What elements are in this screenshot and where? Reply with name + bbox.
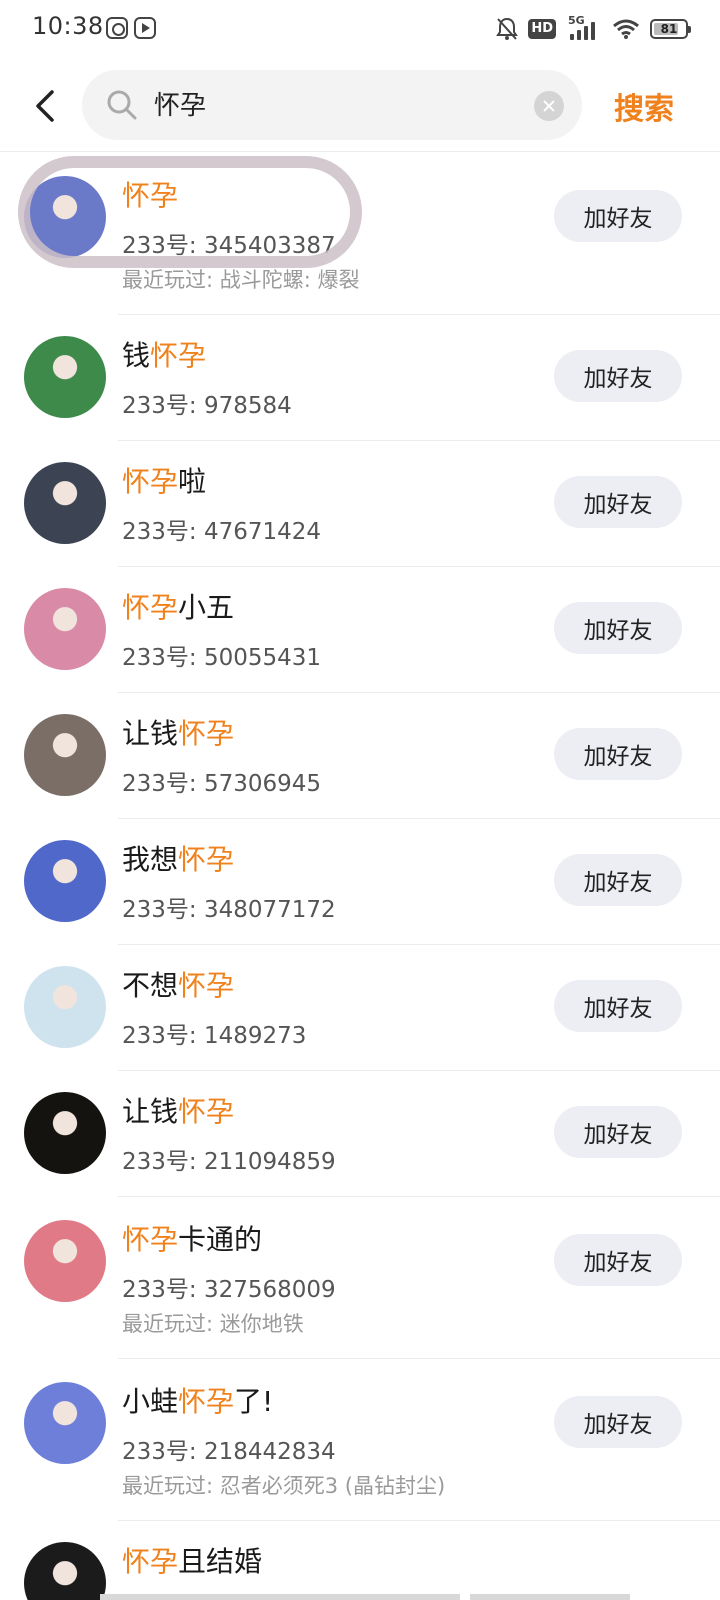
name-prefix: 我想 <box>122 843 179 876</box>
recently-played: 最近玩过: 战斗陀螺: 爆裂 <box>122 268 360 292</box>
status-time: 10:38 <box>32 12 104 40</box>
search-header: 搜索 <box>0 62 720 152</box>
user-avatar[interactable] <box>24 714 106 796</box>
name-keyword-highlight: 怀孕 <box>150 339 207 372</box>
name-keyword-highlight: 怀孕 <box>122 179 179 212</box>
name-keyword-highlight: 怀孕 <box>178 843 235 876</box>
name-prefix: 钱 <box>122 339 151 372</box>
user-id: 233号: 57306945 <box>122 771 322 797</box>
add-friend-button[interactable]: 加好友 <box>554 728 682 780</box>
result-row[interactable]: 让钱怀孕 233号: 57306945 加好友 <box>0 692 720 819</box>
user-name: 让钱怀孕 <box>122 1090 234 1130</box>
name-keyword-highlight: 怀孕 <box>122 1545 179 1578</box>
name-prefix: 让钱 <box>122 1095 179 1128</box>
result-row[interactable]: 我想怀孕 233号: 348077172 加好友 <box>0 818 720 945</box>
name-suffix: 且结婚 <box>178 1545 263 1578</box>
search-box[interactable] <box>82 70 582 140</box>
user-name: 我想怀孕 <box>122 838 234 878</box>
user-avatar[interactable] <box>24 1092 106 1174</box>
name-keyword-highlight: 怀孕 <box>178 1095 235 1128</box>
user-name: 怀孕啦 <box>122 460 206 500</box>
name-prefix: 让钱 <box>122 717 179 750</box>
user-name: 小蛙怀孕了! <box>122 1380 273 1420</box>
user-avatar[interactable] <box>24 1382 106 1464</box>
battery-icon: 81 <box>650 19 691 39</box>
user-id: 233号: 211094859 <box>122 1149 336 1175</box>
result-row[interactable]: 怀孕小五 233号: 50055431 加好友 <box>0 566 720 693</box>
user-avatar[interactable] <box>24 840 106 922</box>
app-notification-icon <box>106 17 128 39</box>
recently-played: 最近玩过: 迷你地铁 <box>122 1312 304 1336</box>
play-notification-icon <box>134 17 156 39</box>
add-friend-button[interactable]: 加好友 <box>554 602 682 654</box>
user-avatar[interactable] <box>24 336 106 418</box>
user-avatar[interactable] <box>24 1220 106 1302</box>
clear-icon[interactable] <box>534 91 564 121</box>
user-name: 怀孕 <box>122 174 178 214</box>
wifi-icon <box>612 18 640 40</box>
result-row[interactable]: 不想怀孕 233号: 1489273 加好友 <box>0 944 720 1071</box>
name-keyword-highlight: 怀孕 <box>122 1223 179 1256</box>
result-row[interactable]: 让钱怀孕 233号: 211094859 加好友 <box>0 1070 720 1197</box>
user-avatar[interactable] <box>24 462 106 544</box>
add-friend-button[interactable]: 加好友 <box>554 1234 682 1286</box>
search-icon <box>106 89 138 121</box>
status-bar: 10:38 HD 5G 81 <box>0 0 720 60</box>
add-friend-button[interactable]: 加好友 <box>554 476 682 528</box>
hd-icon: HD <box>528 19 556 39</box>
user-avatar[interactable] <box>24 588 106 670</box>
user-name: 怀孕卡通的 <box>122 1218 262 1258</box>
name-prefix: 不想 <box>122 969 179 1002</box>
add-friend-button[interactable]: 加好友 <box>554 350 682 402</box>
user-name: 让钱怀孕 <box>122 712 234 752</box>
user-id: 233号: 47671424 <box>122 519 322 545</box>
user-avatar[interactable] <box>24 176 106 258</box>
name-keyword-highlight: 怀孕 <box>122 591 179 624</box>
add-friend-button[interactable]: 加好友 <box>554 980 682 1032</box>
user-id: 233号: 978584 <box>122 393 292 419</box>
result-row[interactable]: 小蛙怀孕了! 233号: 218442834 最近玩过: 忍者必须死3 (晶钻封尘)… <box>0 1358 720 1521</box>
user-id: 233号: 327568009 <box>122 1277 336 1303</box>
recently-played: 最近玩过: 忍者必须死3 (晶钻封尘) <box>122 1474 446 1498</box>
result-row[interactable]: 怀孕 233号: 345403387 最近玩过: 战斗陀螺: 爆裂 加好友 <box>0 152 720 315</box>
back-arrow-icon[interactable] <box>30 86 64 126</box>
name-keyword-highlight: 怀孕 <box>178 969 235 1002</box>
bell-muted-icon <box>496 17 519 41</box>
result-row[interactable]: 钱怀孕 233号: 978584 加好友 <box>0 314 720 441</box>
user-id: 233号: 218442834 <box>122 1439 336 1465</box>
add-friend-button[interactable]: 加好友 <box>554 190 682 242</box>
add-friend-button[interactable]: 加好友 <box>554 1106 682 1158</box>
network-type: 5G <box>568 14 585 27</box>
bottom-scroll-indicator <box>0 1588 720 1600</box>
signal-icon: 5G <box>566 14 602 42</box>
user-name: 不想怀孕 <box>122 964 234 1004</box>
name-suffix: 了! <box>234 1385 274 1418</box>
name-keyword-highlight: 怀孕 <box>178 1385 235 1418</box>
battery-level: 81 <box>660 22 678 36</box>
result-row[interactable]: 怀孕卡通的 233号: 327568009 最近玩过: 迷你地铁 加好友 <box>0 1196 720 1359</box>
user-id: 233号: 50055431 <box>122 645 322 671</box>
name-prefix: 小蛙 <box>122 1385 179 1418</box>
search-results-list: 怀孕 233号: 345403387 最近玩过: 战斗陀螺: 爆裂 加好友 钱怀孕 233… <box>0 152 720 1600</box>
search-button[interactable]: 搜索 <box>614 84 674 128</box>
user-id: 233号: 1489273 <box>122 1023 307 1049</box>
user-name: 怀孕小五 <box>122 586 234 626</box>
add-friend-button[interactable]: 加好友 <box>554 854 682 906</box>
name-suffix: 啦 <box>178 465 207 498</box>
name-suffix: 卡通的 <box>178 1223 263 1256</box>
result-row[interactable]: 怀孕啦 233号: 47671424 加好友 <box>0 440 720 567</box>
user-id: 233号: 348077172 <box>122 897 336 923</box>
search-input[interactable] <box>154 88 514 118</box>
user-avatar[interactable] <box>24 966 106 1048</box>
user-name: 怀孕且结婚 <box>122 1540 262 1580</box>
name-suffix: 小五 <box>178 591 235 624</box>
user-id: 233号: 345403387 <box>122 233 336 259</box>
name-keyword-highlight: 怀孕 <box>122 465 179 498</box>
name-keyword-highlight: 怀孕 <box>178 717 235 750</box>
user-name: 钱怀孕 <box>122 334 206 374</box>
add-friend-button[interactable]: 加好友 <box>554 1396 682 1448</box>
